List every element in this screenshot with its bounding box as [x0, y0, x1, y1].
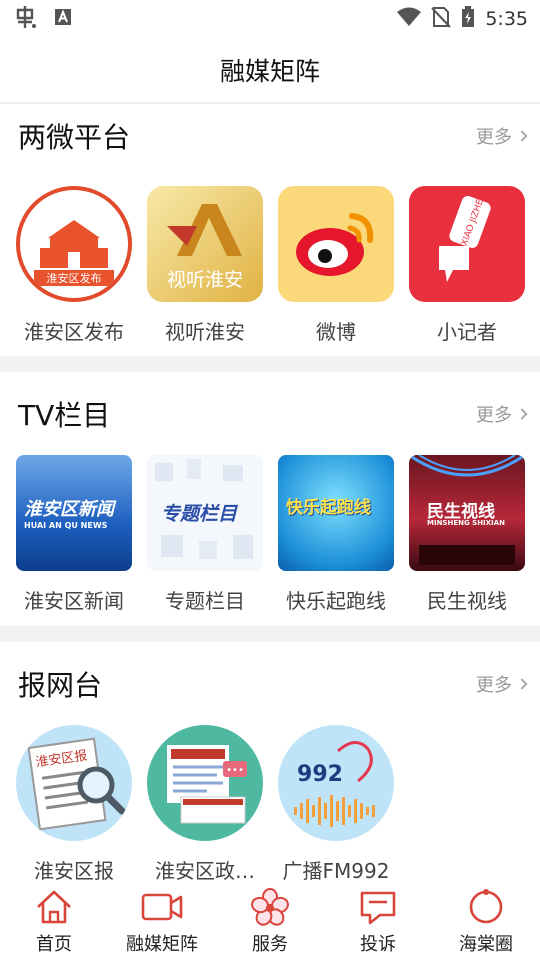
radio-logo: 992 — [278, 725, 394, 841]
tab-service[interactable]: 服务 — [216, 886, 324, 956]
section-press: 报网台 更多 淮安区报 淮安区报 ••• 淮安区政… 992 广播FM992 — [0, 642, 540, 883]
channel-label: 淮安区新闻 — [24, 589, 124, 613]
keyboard-a-icon — [54, 8, 72, 30]
message-star-icon — [358, 886, 398, 928]
more-label: 更多 — [476, 405, 512, 426]
tab-complaint[interactable]: 投诉 — [324, 886, 432, 956]
wifi-icon — [397, 7, 422, 32]
weibo-logo — [278, 186, 394, 302]
circle-pin-icon — [466, 886, 506, 928]
more-label: 更多 — [476, 675, 512, 696]
svg-text:视听淮安: 视听淮安 — [167, 269, 243, 291]
channel-item[interactable]: 快乐起跑线 快乐起跑线 — [278, 455, 394, 614]
channel-label: 专题栏目 — [165, 589, 245, 613]
channel-item[interactable]: 民生视线 MINSHENG SHIXIAN 民生视线 — [409, 455, 525, 614]
flower-icon — [250, 886, 290, 928]
tab-label: 首页 — [36, 934, 72, 955]
channel-label: 微博 — [316, 320, 356, 344]
home-icon — [34, 886, 74, 928]
cubes-thumb: 专题栏目 — [147, 455, 263, 571]
news-thumb: 淮安区新闻 HUAI AN QU NEWS — [16, 455, 132, 571]
more-link[interactable]: 更多 — [476, 123, 528, 149]
chevron-right-icon — [516, 130, 528, 142]
chevron-right-icon — [516, 408, 528, 420]
video-camera-icon — [141, 886, 183, 928]
bottom-tab-bar: 首页 融媒矩阵 服务 投诉 海棠圈 — [0, 880, 540, 960]
channel-item[interactable]: 视听淮安 视听淮安 — [147, 186, 263, 345]
section-two-micro: 两微平台 更多 淮安区发布 淮安区发布 视听淮安 视听淮安 微博 XIAO JI… — [0, 106, 540, 356]
title-bar: 融媒矩阵 — [0, 38, 540, 104]
no-sim-icon — [431, 6, 452, 33]
status-bar: 5:35 — [0, 0, 540, 38]
section-tv: TV栏目 更多 淮安区新闻 HUAI AN QU NEWS 淮安区新闻 专题栏目… — [0, 372, 540, 626]
channel-item[interactable]: 微博 — [278, 186, 394, 345]
channel-label: 小记者 — [437, 320, 497, 344]
svg-text:992: 992 — [297, 762, 343, 787]
stage-thumb: 民生视线 MINSHENG SHIXIAN — [409, 455, 525, 571]
section-divider — [0, 356, 540, 372]
channel-label: 快乐起跑线 — [286, 589, 386, 613]
clock-time: 5:35 — [485, 8, 528, 30]
tab-label: 投诉 — [360, 934, 396, 955]
newspaper-logo: 淮安区报 — [16, 725, 132, 841]
channel-item[interactable]: 淮安区发布 淮安区发布 — [16, 186, 132, 345]
tab-home[interactable]: 首页 — [0, 886, 108, 956]
tab-label: 服务 — [252, 934, 288, 955]
section-title: TV栏目 — [18, 399, 111, 432]
page-title: 融媒矩阵 — [219, 57, 320, 86]
section-title: 两微平台 — [18, 121, 131, 154]
tab-media-matrix[interactable]: 融媒矩阵 — [108, 886, 216, 956]
channel-label: 视听淮安 — [165, 320, 245, 344]
channel-item[interactable]: 专题栏目 专题栏目 — [147, 455, 263, 614]
section-title: 报网台 — [18, 669, 103, 702]
channel-item[interactable]: 淮安区报 淮安区报 — [16, 725, 132, 884]
svg-text:•••: ••• — [226, 765, 244, 776]
channel-item[interactable]: ••• 淮安区政… — [147, 725, 263, 884]
channel-item[interactable]: XIAO JIZHE 小记者 — [409, 186, 525, 345]
channel-label: 民生视线 — [427, 589, 507, 613]
tab-circle[interactable]: 海棠圈 — [432, 886, 540, 956]
av-logo: 视听淮安 — [147, 186, 263, 302]
website-logo: ••• — [147, 725, 263, 841]
svg-text:淮安区发布: 淮安区发布 — [47, 271, 102, 285]
battery-charging-icon — [461, 5, 475, 33]
gate-logo: 淮安区发布 — [16, 186, 132, 302]
tab-label: 海棠圈 — [459, 934, 513, 955]
channel-item[interactable]: 淮安区新闻 HUAI AN QU NEWS 淮安区新闻 — [16, 455, 132, 614]
channel-item[interactable]: 992 广播FM992 — [278, 725, 394, 884]
more-link[interactable]: 更多 — [476, 401, 528, 427]
kids-thumb: 快乐起跑线 — [278, 455, 394, 571]
channel-label: 淮安区发布 — [24, 320, 124, 344]
section-divider — [0, 626, 540, 642]
more-label: 更多 — [476, 127, 512, 148]
chevron-right-icon — [516, 678, 528, 690]
notification-app-icon — [14, 4, 40, 34]
tab-label: 融媒矩阵 — [126, 934, 198, 955]
microphone-logo: XIAO JIZHE — [409, 186, 525, 302]
more-link[interactable]: 更多 — [476, 671, 528, 697]
